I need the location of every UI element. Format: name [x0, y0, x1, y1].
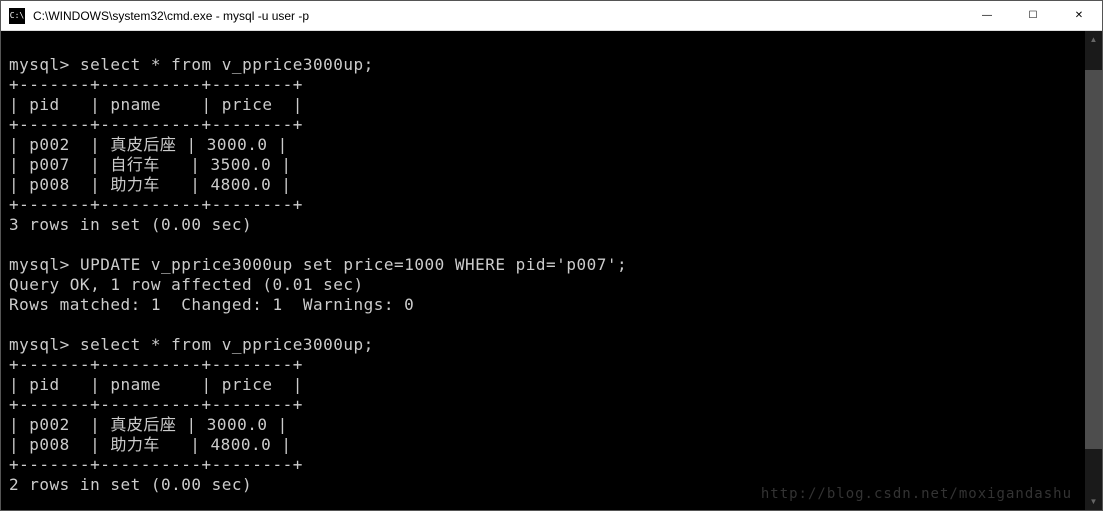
- table-border: +-------+----------+--------+: [9, 115, 303, 134]
- watermark-text: http://blog.csdn.net/moxigandashu: [761, 486, 1072, 502]
- minimize-button[interactable]: —: [964, 1, 1010, 30]
- scroll-thumb[interactable]: [1085, 70, 1102, 448]
- table-header-row: | pid | pname | price |: [9, 375, 303, 394]
- result-summary: 2 rows in set (0.00 sec): [9, 475, 252, 494]
- scroll-track[interactable]: [1085, 48, 1102, 493]
- window-controls: — ☐ ✕: [964, 1, 1102, 30]
- table-border: +-------+----------+--------+: [9, 195, 303, 214]
- query-1: select * from v_pprice3000up;: [80, 55, 374, 74]
- result-summary: 3 rows in set (0.00 sec): [9, 215, 252, 234]
- prompt: mysql>: [9, 55, 70, 74]
- table-row: | p002 | 真皮后座 | 3000.0 |: [9, 135, 288, 154]
- query-2: UPDATE v_pprice3000up set price=1000 WHE…: [80, 255, 627, 274]
- result-line: Query OK, 1 row affected (0.01 sec): [9, 275, 364, 294]
- table-border: +-------+----------+--------+: [9, 355, 303, 374]
- scrollbar-vertical[interactable]: ▲ ▼: [1085, 31, 1102, 510]
- table-row: | p007 | 自行车 | 3500.0 |: [9, 155, 292, 174]
- table-border: +-------+----------+--------+: [9, 455, 303, 474]
- result-line: Rows matched: 1 Changed: 1 Warnings: 0: [9, 295, 414, 314]
- cmd-icon: C:\: [9, 8, 25, 24]
- cmd-window: C:\ C:\WINDOWS\system32\cmd.exe - mysql …: [0, 0, 1103, 511]
- terminal-output[interactable]: mysql> select * from v_pprice3000up; +--…: [1, 31, 1085, 510]
- prompt: mysql>: [9, 255, 70, 274]
- prompt: mysql>: [9, 335, 70, 354]
- close-button[interactable]: ✕: [1056, 1, 1102, 30]
- maximize-button[interactable]: ☐: [1010, 1, 1056, 30]
- titlebar[interactable]: C:\ C:\WINDOWS\system32\cmd.exe - mysql …: [1, 1, 1102, 31]
- table-row: | p002 | 真皮后座 | 3000.0 |: [9, 415, 288, 434]
- table-border: +-------+----------+--------+: [9, 395, 303, 414]
- blank-line: [9, 35, 19, 54]
- query-3: select * from v_pprice3000up;: [80, 335, 374, 354]
- table-border: +-------+----------+--------+: [9, 75, 303, 94]
- window-title: C:\WINDOWS\system32\cmd.exe - mysql -u u…: [33, 9, 964, 23]
- table-header-row: | pid | pname | price |: [9, 95, 303, 114]
- scroll-up-icon[interactable]: ▲: [1085, 31, 1102, 48]
- table-row: | p008 | 助力车 | 4800.0 |: [9, 175, 292, 194]
- table-row: | p008 | 助力车 | 4800.0 |: [9, 435, 292, 454]
- scroll-down-icon[interactable]: ▼: [1085, 493, 1102, 510]
- terminal-area: mysql> select * from v_pprice3000up; +--…: [1, 31, 1102, 510]
